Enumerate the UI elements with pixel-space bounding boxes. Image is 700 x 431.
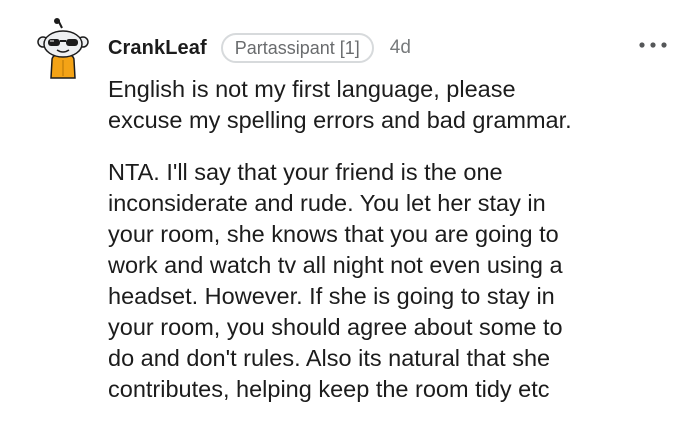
comment-paragraph: NTA. I'll say that your friend is the on… [108, 159, 563, 402]
more-options-icon [639, 42, 667, 48]
comment: CrankLeaf Partassipant [1] 4d English is… [0, 0, 700, 431]
comment-paragraph: English is not my first language, please… [108, 76, 572, 133]
comment-header: CrankLeaf Partassipant [1] 4d [108, 30, 411, 66]
user-flair: Partassipant [1] [220, 33, 374, 63]
username[interactable]: CrankLeaf [108, 37, 207, 60]
timestamp[interactable]: 4d [390, 37, 411, 59]
avatar[interactable] [34, 18, 92, 80]
more-options-button[interactable] [638, 38, 668, 52]
snoo-avatar-sunglasses-icon [37, 18, 89, 79]
comment-body: English is not my first language, please… [108, 74, 678, 405]
